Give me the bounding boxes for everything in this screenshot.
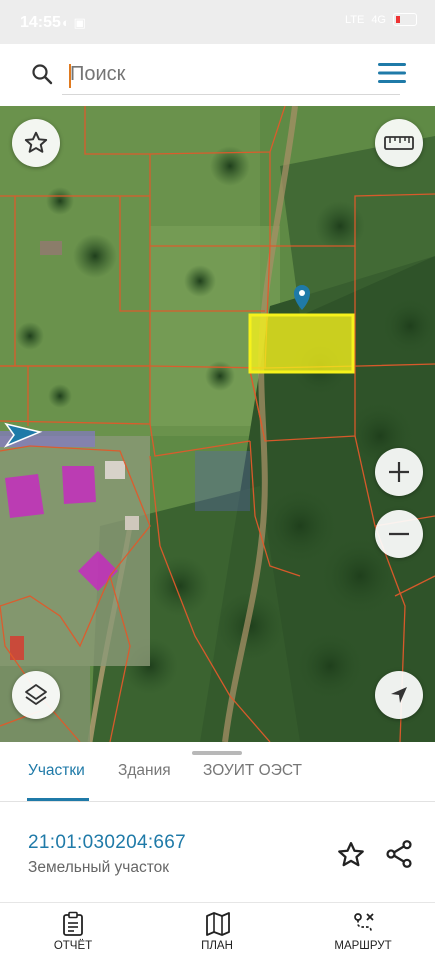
bottom-navigation: ОТЧЁТ ПЛАН МАРШРУТ <box>0 902 435 961</box>
object-type: Земельный участок <box>28 859 170 876</box>
zoom-in-icon <box>389 462 409 482</box>
locate-icon <box>391 687 407 703</box>
notification-icons: ◐ ▣ <box>62 15 86 30</box>
status-indicators: LTE 4G <box>345 13 417 26</box>
layers-icon <box>25 684 47 705</box>
search-bar <box>0 44 435 106</box>
nav-plan[interactable]: ПЛАН <box>172 903 262 961</box>
zoom-out-icon <box>389 532 409 536</box>
signal-label: 4G <box>371 13 386 26</box>
tab-parcels[interactable]: Участки <box>28 762 85 780</box>
search-icon[interactable] <box>30 62 54 86</box>
locate-button[interactable] <box>375 671 423 719</box>
ruler-icon <box>384 136 414 150</box>
favorite-button[interactable] <box>12 119 60 167</box>
nav-route-label: МАРШРУТ <box>334 940 392 952</box>
report-icon <box>63 911 83 936</box>
status-bar: 14:55 ◐ ▣ LTE 4G <box>0 0 435 44</box>
nav-route[interactable]: МАРШРУТ <box>318 903 408 961</box>
selected-parcel[interactable] <box>248 313 355 374</box>
share-icon[interactable] <box>383 838 415 870</box>
layers-button[interactable] <box>12 671 60 719</box>
tabs-divider <box>0 801 435 802</box>
ruler-button[interactable] <box>375 119 423 167</box>
tab-bar: Участки Здания ЗОУИТ ОЭСТ <box>0 762 435 802</box>
menu-icon[interactable] <box>378 62 406 84</box>
status-time: 14:55 <box>20 14 61 31</box>
map-icon <box>206 912 230 936</box>
tab-zones[interactable]: ЗОУИТ ОЭСТ <box>203 762 302 780</box>
battery-icon <box>393 13 417 26</box>
zoom-in-button[interactable] <box>375 448 423 496</box>
map-view[interactable] <box>0 106 435 742</box>
network-label: LTE <box>344 13 365 26</box>
text-cursor <box>69 64 71 88</box>
nav-report[interactable]: ОТЧЁТ <box>28 903 118 961</box>
cadastral-number[interactable]: 21:01:030204:667 <box>28 832 186 854</box>
sheet-drag-handle[interactable] <box>192 751 242 755</box>
favorite-star-icon[interactable] <box>336 840 366 870</box>
tab-buildings[interactable]: Здания <box>118 762 171 780</box>
satellite-map[interactable] <box>0 106 435 742</box>
search-input[interactable] <box>62 54 400 95</box>
star-icon <box>24 131 48 153</box>
nav-plan-label: ПЛАН <box>201 940 233 952</box>
route-icon <box>354 913 374 932</box>
nav-report-label: ОТЧЁТ <box>53 940 93 952</box>
zoom-out-button[interactable] <box>375 510 423 558</box>
